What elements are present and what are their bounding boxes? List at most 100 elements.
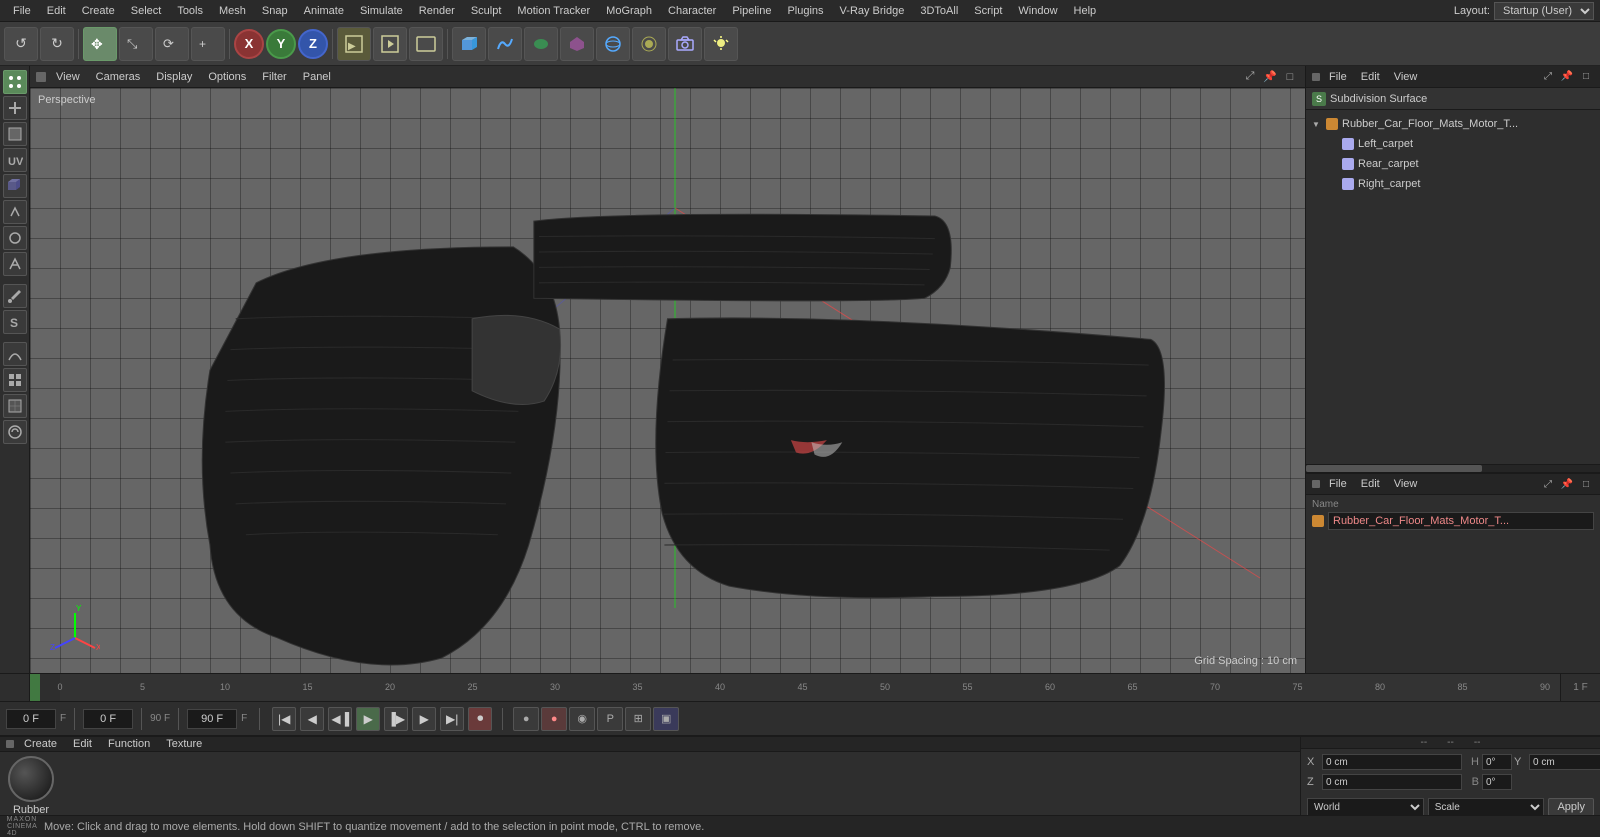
menu-tools[interactable]: Tools xyxy=(170,3,210,19)
sidebar-mode-uv[interactable]: UV xyxy=(3,148,27,172)
go-start-button[interactable]: |◀ xyxy=(272,707,296,731)
undo-button[interactable]: ↺ xyxy=(4,27,38,61)
redo-button[interactable]: ↻ xyxy=(40,27,74,61)
z-axis-button[interactable]: Z xyxy=(298,29,328,59)
sidebar-object-mode[interactable] xyxy=(3,174,27,198)
sidebar-mode-edges[interactable] xyxy=(3,96,27,120)
viewport-menu-filter[interactable]: Filter xyxy=(256,70,292,84)
viewport-menu-view[interactable]: View xyxy=(50,70,86,84)
coord-mode-select[interactable]: World xyxy=(1307,798,1424,816)
spline-button[interactable] xyxy=(488,27,522,61)
timeline-start-marker[interactable] xyxy=(30,674,40,701)
menu-create[interactable]: Create xyxy=(75,3,122,19)
pb-mode-6[interactable]: ▣ xyxy=(653,707,679,731)
next-frame-button[interactable]: ▶ xyxy=(412,707,436,731)
coord-b-input[interactable] xyxy=(1482,774,1512,790)
x-axis-button[interactable]: X xyxy=(234,29,264,59)
sidebar-grid[interactable] xyxy=(3,368,27,392)
mat-create-menu[interactable]: Create xyxy=(18,737,63,751)
panel-menu-icon[interactable] xyxy=(1312,73,1320,81)
menu-plugins[interactable]: Plugins xyxy=(780,3,830,19)
rubber-material-item[interactable]: Rubber xyxy=(8,756,54,816)
menu-3dtoall[interactable]: 3DToAll xyxy=(913,3,965,19)
transform-tool-button[interactable]: + xyxy=(191,27,225,61)
sidebar-sculpt[interactable] xyxy=(3,342,27,366)
go-end-button[interactable]: ▶| xyxy=(440,707,464,731)
coord-x-pos-input[interactable] xyxy=(1322,754,1462,770)
menu-simulate[interactable]: Simulate xyxy=(353,3,410,19)
pb-mode-4[interactable]: P xyxy=(597,707,623,731)
scale-mode-select[interactable]: Scale xyxy=(1428,798,1545,816)
move-tool-button[interactable]: ✥ xyxy=(83,27,117,61)
menu-character[interactable]: Character xyxy=(661,3,723,19)
sidebar-modeling-1[interactable] xyxy=(3,200,27,224)
prev-frame-button[interactable]: ◀ xyxy=(300,707,324,731)
rubber-material-swatch[interactable] xyxy=(8,756,54,802)
menu-render[interactable]: Render xyxy=(412,3,462,19)
scene-objects-button[interactable] xyxy=(632,27,666,61)
light-button[interactable] xyxy=(704,27,738,61)
obj-file-menu[interactable]: File xyxy=(1324,477,1352,491)
coord-h-input[interactable] xyxy=(1482,754,1512,770)
scrollbar-thumb[interactable] xyxy=(1306,465,1482,472)
menu-edit[interactable]: Edit xyxy=(40,3,73,19)
viewport-menu-cameras[interactable]: Cameras xyxy=(90,70,147,84)
pb-mode-2[interactable]: ● xyxy=(541,707,567,731)
timeline-ruler[interactable]: 0 5 10 15 20 25 30 35 40 45 50 55 60 65 … xyxy=(60,674,1560,701)
viewport-maximize-icon[interactable]: □ xyxy=(1281,68,1299,86)
sidebar-paint[interactable] xyxy=(3,284,27,308)
mat-edit-menu[interactable]: Edit xyxy=(67,737,98,751)
cube-button[interactable] xyxy=(452,27,486,61)
render-view-button[interactable] xyxy=(373,27,407,61)
viewport-expand-icon[interactable]: ⤢ xyxy=(1241,68,1259,86)
mat-panel-icon[interactable] xyxy=(6,740,14,748)
tree-item-right-carpet[interactable]: ▶ Right_carpet xyxy=(1306,174,1600,194)
render-to-po-button[interactable] xyxy=(409,27,443,61)
scene-icon-3[interactable]: □ xyxy=(1578,69,1594,85)
name-input[interactable] xyxy=(1328,512,1594,530)
prev-play-button[interactable]: ◀▐ xyxy=(328,707,352,731)
menu-window[interactable]: Window xyxy=(1011,3,1064,19)
rp-edit-menu[interactable]: Edit xyxy=(1356,70,1385,84)
menu-snap[interactable]: Snap xyxy=(255,3,295,19)
obj-edit-menu[interactable]: Edit xyxy=(1356,477,1385,491)
current-frame-input[interactable] xyxy=(6,709,56,729)
nurbs-button[interactable] xyxy=(524,27,558,61)
apply-button[interactable]: Apply xyxy=(1548,798,1594,816)
deformer-button[interactable] xyxy=(560,27,594,61)
next-play-button[interactable]: ▐▶ xyxy=(384,707,408,731)
tree-item-rubber-group[interactable]: ▼ Rubber_Car_Floor_Mats_Motor_T... xyxy=(1306,114,1600,134)
pb-mode-1[interactable]: ● xyxy=(513,707,539,731)
menu-mograph[interactable]: MoGraph xyxy=(599,3,659,19)
coord-y-pos-input[interactable] xyxy=(1529,754,1600,770)
viewport-menu-icon[interactable] xyxy=(36,72,46,82)
layout-dropdown[interactable]: Startup (User) xyxy=(1494,2,1594,20)
menu-motion-tracker[interactable]: Motion Tracker xyxy=(510,3,597,19)
scene-icon-1[interactable]: ⤢ xyxy=(1540,69,1556,85)
viewport-menu-options[interactable]: Options xyxy=(202,70,252,84)
play-button[interactable]: ▶ xyxy=(356,707,380,731)
obj-panel-icon[interactable] xyxy=(1312,480,1320,488)
tree-arrow-left[interactable]: ▶ xyxy=(1328,140,1338,149)
menu-vray[interactable]: V-Ray Bridge xyxy=(833,3,912,19)
sidebar-s[interactable]: S xyxy=(3,310,27,334)
environment-button[interactable] xyxy=(596,27,630,61)
sidebar-bake[interactable] xyxy=(3,420,27,444)
render-region-button[interactable]: ▶ xyxy=(337,27,371,61)
tree-item-rear-carpet[interactable]: ▶ Rear_carpet xyxy=(1306,154,1600,174)
y-axis-button[interactable]: Y xyxy=(266,29,296,59)
pb-mode-5[interactable]: ⊞ xyxy=(625,707,651,731)
sidebar-mode-points[interactable] xyxy=(3,70,27,94)
obj-panel-icon-1[interactable]: ⤢ xyxy=(1540,476,1556,492)
camera-button[interactable] xyxy=(668,27,702,61)
3d-viewport[interactable]: Perspective Grid Spacing : 10 cm Y X Z xyxy=(30,88,1305,673)
record-button[interactable]: ⏺ xyxy=(468,707,492,731)
viewport-menu-panel[interactable]: Panel xyxy=(297,70,337,84)
menu-pipeline[interactable]: Pipeline xyxy=(725,3,778,19)
end-frame-input[interactable] xyxy=(187,709,237,729)
start-frame-input[interactable] xyxy=(83,709,133,729)
tree-item-left-carpet[interactable]: ▶ Left_carpet xyxy=(1306,134,1600,154)
sidebar-modeling-3[interactable] xyxy=(3,252,27,276)
scene-icon-2[interactable]: 📌 xyxy=(1559,69,1575,85)
rp-file-menu[interactable]: File xyxy=(1324,70,1352,84)
